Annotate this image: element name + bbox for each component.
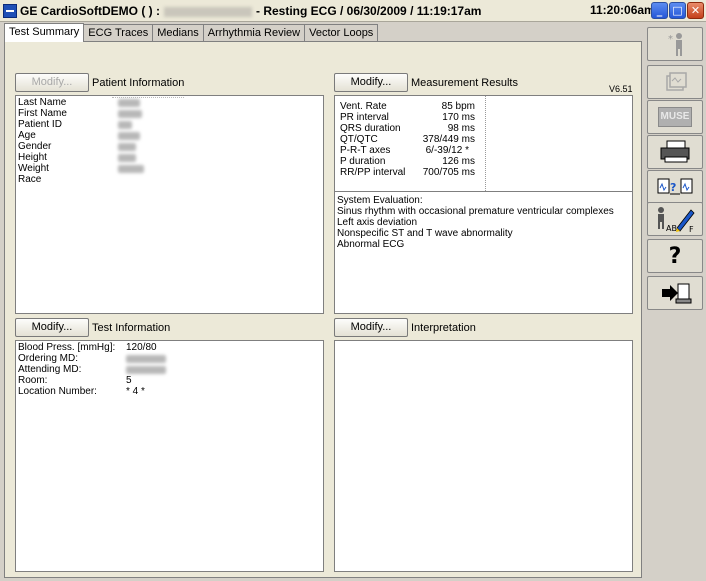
tab-test-summary[interactable]: Test Summary (4, 23, 85, 42)
redacted-patient (164, 6, 252, 17)
title-bar: GE CardioSoftDEMO ( ) : - Resting ECG / 0… (0, 0, 706, 22)
patient-first-name-value (118, 110, 142, 118)
ordering-md-value (126, 355, 166, 363)
measurement-row: PR interval (340, 112, 389, 123)
test-info-box: Blood Press. [mmHg]: 120/80 Ordering MD:… (15, 340, 324, 572)
patient-height: Height (18, 153, 136, 163)
measurement-row: QRS duration (340, 123, 401, 134)
title-suffix: - Resting ECG / 06/30/2009 / 11:19:17am (256, 4, 482, 18)
measurement-row: Vent. Rate (340, 101, 387, 112)
measurement-results-title: Measurement Results (411, 77, 518, 89)
tab-vector-loops[interactable]: Vector Loops (304, 24, 379, 41)
edit-icon: AB F (648, 203, 702, 235)
measurement-row: P-R-T axes (340, 145, 391, 156)
tab-ecg-traces[interactable]: ECG Traces (83, 24, 154, 41)
svg-text:*: * (668, 34, 673, 45)
printer-icon (648, 136, 702, 168)
system-evaluation-line: Left axis deviation (337, 217, 418, 228)
maximize-button[interactable]: □ (669, 2, 686, 19)
svg-text:F: F (689, 225, 694, 234)
transfer-icon: ? (648, 171, 702, 203)
measurement-value: 378/449 ms (422, 134, 475, 145)
clock: 11:20:06am (590, 3, 655, 17)
system-evaluation-line: Abnormal ECG (337, 239, 405, 250)
patient-last-name: Last Name (18, 98, 140, 108)
patient-first-name: First Name (18, 109, 142, 119)
patient-height-value (118, 154, 136, 162)
edit-toolbar-button[interactable]: AB F (647, 202, 703, 236)
measurement-value: 126 ms (442, 156, 475, 167)
test-info-row: Attending MD: (18, 364, 82, 375)
test-summary-panel: Modify... Patient Information Last Name … (4, 41, 642, 578)
tab-bar: Test Summary ECG Traces Medians Arrhythm… (4, 23, 379, 42)
room-value: 5 (126, 375, 132, 386)
measurement-value: 6/-39/12 * (425, 145, 469, 156)
app-icon (3, 4, 17, 18)
patient-divider (112, 97, 184, 98)
transfer-toolbar-button[interactable]: ? (647, 170, 703, 204)
patient-info-box: Last Name First Name Patient ID Age Gend… (15, 95, 324, 314)
patient-id-value (118, 121, 132, 129)
measurement-row: P duration (340, 156, 386, 167)
measurement-value: 170 ms (442, 112, 475, 123)
patient-age: Age (18, 131, 140, 141)
patient-age-value (118, 132, 140, 140)
measurement-table: Vent. Rate 85 bpm PR interval 170 ms QRS… (335, 96, 632, 192)
print-toolbar-button[interactable] (647, 135, 703, 169)
tab-medians[interactable]: Medians (152, 24, 204, 41)
test-info-title: Test Information (92, 322, 171, 334)
measurement-row: RR/PP interval (340, 167, 406, 178)
system-evaluation-line: Sinus rhythm with occasional premature v… (337, 206, 614, 217)
measurement-row: QT/QTC (340, 134, 378, 145)
version-label: V6.51 (609, 84, 633, 94)
test-info-row: Room: (18, 375, 48, 386)
patient-gender-value (118, 143, 136, 151)
help-toolbar-button[interactable]: ? (647, 239, 703, 273)
svg-text:AB: AB (666, 224, 677, 233)
test-info-modify-button[interactable]: Modify... (15, 318, 89, 337)
patient-icon: * (648, 28, 702, 60)
exit-icon (648, 277, 702, 309)
interpretation-title: Interpretation (411, 322, 476, 334)
title-prefix: GE CardioSoftDEMO ( ) : (20, 4, 160, 18)
patient-last-name-value (118, 99, 140, 107)
measurement-value: 98 ms (447, 123, 475, 134)
patient-gender: Gender (18, 142, 136, 152)
muse-icon: MUSE (648, 101, 702, 133)
measurement-divider (485, 96, 486, 191)
measurement-results-box: Vent. Rate 85 bpm PR interval 170 ms QRS… (334, 95, 633, 314)
test-info-row: Ordering MD: (18, 353, 79, 364)
copy-toolbar-button[interactable] (647, 65, 703, 99)
patient-weight: Weight (18, 164, 144, 174)
minimize-button[interactable]: _ (651, 2, 668, 19)
measurement-value: 700/705 ms (422, 167, 475, 178)
patient-id: Patient ID (18, 120, 132, 130)
patient-weight-value (118, 165, 144, 173)
system-evaluation-line: Nonspecific ST and T wave abnormality (337, 228, 513, 239)
patient-modify-button[interactable]: Modify... (15, 73, 89, 92)
location-number-value: * 4 * (126, 386, 145, 397)
copy-icon (648, 66, 702, 98)
svg-text:?: ? (670, 181, 676, 194)
system-evaluation-heading: System Evaluation: (337, 195, 423, 206)
interpretation-box[interactable] (334, 340, 633, 572)
close-button[interactable]: ✕ (687, 2, 704, 19)
test-info-row: Blood Press. [mmHg]: (18, 342, 116, 353)
patient-toolbar-button[interactable]: * (647, 27, 703, 61)
patient-race: Race (18, 174, 42, 185)
help-icon: ? (668, 243, 682, 269)
interpretation-modify-button[interactable]: Modify... (334, 318, 408, 337)
patient-info-title: Patient Information (92, 77, 185, 89)
measurement-value: 85 bpm (441, 101, 475, 112)
muse-toolbar-button[interactable]: MUSE (647, 100, 703, 134)
exit-toolbar-button[interactable] (647, 276, 703, 310)
attending-md-value (126, 366, 166, 374)
tab-arrhythmia-review[interactable]: Arrhythmia Review (202, 24, 306, 41)
window-title: GE CardioSoftDEMO ( ) : - Resting ECG / 0… (20, 4, 481, 18)
blood-pressure-value: 120/80 (126, 342, 157, 353)
test-info-row: Location Number: (18, 386, 97, 397)
measurement-modify-button[interactable]: Modify... (334, 73, 408, 92)
